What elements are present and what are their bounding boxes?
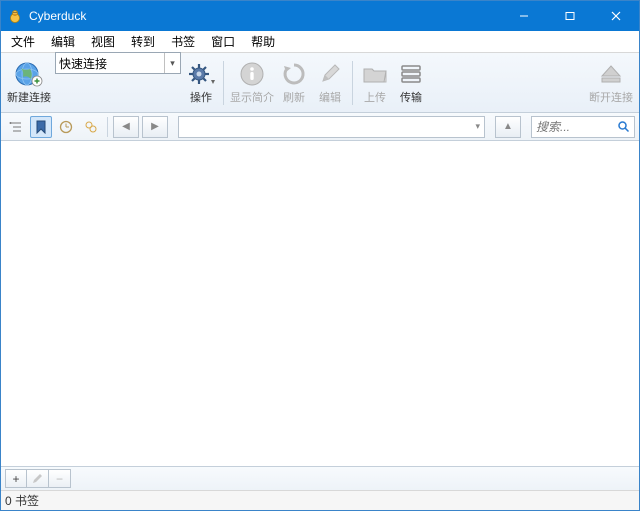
refresh-icon [278,60,310,88]
transfer-icon [395,60,427,88]
maximize-button[interactable] [547,1,593,31]
nav-up-button[interactable]: ▲ [495,116,521,138]
toolbar-separator [223,61,224,105]
menu-goto[interactable]: 转到 [123,31,163,52]
bottom-bar: + − [1,466,639,490]
new-connection-label: 新建连接 [7,89,51,105]
info-button[interactable]: 显示简介 [230,56,274,109]
refresh-label: 刷新 [283,89,305,105]
edit-bookmark-button[interactable] [27,469,49,488]
view-outline-button[interactable] [5,116,27,138]
add-bookmark-button[interactable]: + [5,469,27,488]
content-area[interactable] [1,141,639,466]
quick-connect-combo[interactable]: ▾ [55,52,181,74]
titlebar: Cyberduck [1,1,639,31]
search-input[interactable] [536,120,614,134]
refresh-button[interactable]: 刷新 [278,56,310,109]
globe-icon [13,60,45,88]
action-label: 操作 [190,89,212,105]
disconnect-label: 断开连接 [589,89,633,105]
nav-back-button[interactable]: ◀ [113,116,139,138]
new-connection-button[interactable]: 新建连接 [7,56,51,109]
menu-view[interactable]: 视图 [83,31,123,52]
toolbar: 新建连接 ▾ 操作 显示简介 刷新 [1,53,639,113]
gear-icon [185,60,217,88]
quick-connect-input[interactable] [56,56,164,70]
edit-button[interactable]: 编辑 [314,56,346,109]
upload-label: 上传 [364,89,386,105]
toolbar-separator [352,61,353,105]
menu-help[interactable]: 帮助 [243,31,283,52]
chevron-down-icon[interactable]: ▾ [164,53,180,73]
menu-bookmarks[interactable]: 书签 [163,31,203,52]
close-button[interactable] [593,1,639,31]
disconnect-button[interactable]: 断开连接 [589,56,633,109]
navbar: ◀ ▶ ▾ ▲ [1,113,639,141]
pencil-icon [314,60,346,88]
view-bonjour-button[interactable] [80,116,102,138]
status-bar: 0 书签 [1,490,639,510]
edit-label: 编辑 [319,89,341,105]
menu-edit[interactable]: 编辑 [43,31,83,52]
nav-separator [107,117,108,137]
window-title: Cyberduck [29,9,86,23]
status-text: 0 书签 [5,492,39,509]
transfer-label: 传输 [400,89,422,105]
menu-window[interactable]: 窗口 [203,31,243,52]
view-history-button[interactable] [55,116,77,138]
eject-icon [595,60,627,88]
action-button[interactable]: 操作 [185,56,217,109]
transfer-button[interactable]: 传输 [395,56,427,109]
menubar: 文件 编辑 视图 转到 书签 窗口 帮助 [1,31,639,53]
nav-forward-button[interactable]: ▶ [142,116,168,138]
path-dropdown[interactable]: ▾ [178,116,485,138]
menu-file[interactable]: 文件 [3,31,43,52]
info-label: 显示简介 [230,89,274,105]
folder-upload-icon [359,60,391,88]
search-icon [617,120,630,133]
remove-bookmark-button[interactable]: − [49,469,71,488]
view-bookmarks-button[interactable] [30,116,52,138]
app-icon [7,8,23,24]
upload-button[interactable]: 上传 [359,56,391,109]
search-box[interactable] [531,116,635,138]
info-icon [236,60,268,88]
minimize-button[interactable] [501,1,547,31]
